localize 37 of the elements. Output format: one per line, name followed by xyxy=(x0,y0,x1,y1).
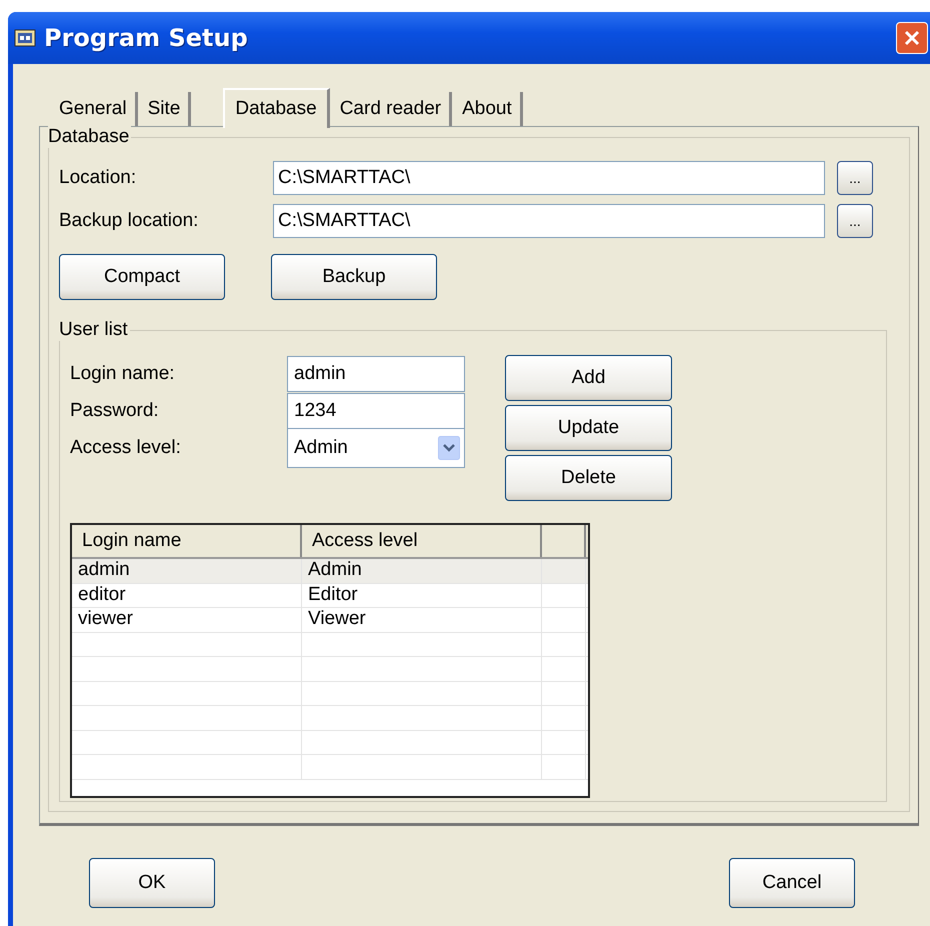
field-label: Login name: xyxy=(70,362,176,384)
window-title: Program Setup xyxy=(44,24,248,52)
table-row[interactable]: admin Admin xyxy=(72,559,588,584)
dialog-button[interactable]: OK xyxy=(89,858,215,908)
login-name-field[interactable]: admin xyxy=(287,356,465,392)
table-cell: Admin xyxy=(302,559,542,582)
action-button[interactable]: Add xyxy=(505,355,672,401)
tab[interactable]: Database xyxy=(223,88,330,128)
browse-button[interactable]: ... xyxy=(837,160,873,194)
action-button[interactable]: Delete xyxy=(505,455,672,501)
table-cell: editor xyxy=(72,584,302,607)
table-cell: admin xyxy=(72,559,302,582)
group-title: Database xyxy=(48,126,132,148)
action-button[interactable]: Compact xyxy=(59,254,225,300)
close-button[interactable] xyxy=(896,22,928,54)
field-label: Location: xyxy=(59,166,138,188)
field-label: Password: xyxy=(70,400,160,422)
action-button[interactable]: Backup xyxy=(271,254,437,300)
table-cell: Viewer xyxy=(302,608,542,632)
path-field[interactable]: C:\SMARTTAC\ xyxy=(273,160,825,194)
path-field[interactable]: C:\SMARTTAC\ xyxy=(273,204,825,238)
close-icon xyxy=(902,28,922,48)
password-field[interactable]: 1234 xyxy=(287,392,465,428)
table-cell: Editor xyxy=(302,584,542,607)
table-row[interactable]: editor Editor xyxy=(72,584,588,608)
field-label: Backup location: xyxy=(59,210,200,232)
dialog-button[interactable]: Cancel xyxy=(729,858,855,908)
column-header[interactable]: Login name xyxy=(72,525,302,557)
app-icon xyxy=(14,29,36,47)
field-label: Access level: xyxy=(70,436,182,458)
access-level-dropdown[interactable]: Admin xyxy=(287,428,465,468)
table-cell: viewer xyxy=(72,608,302,632)
group-title: User list xyxy=(59,319,130,341)
column-header[interactable]: Access level xyxy=(302,525,542,557)
table-row[interactable]: viewer Viewer xyxy=(72,608,588,632)
action-button[interactable]: Update xyxy=(505,405,672,451)
browse-button[interactable]: ... xyxy=(837,204,873,238)
